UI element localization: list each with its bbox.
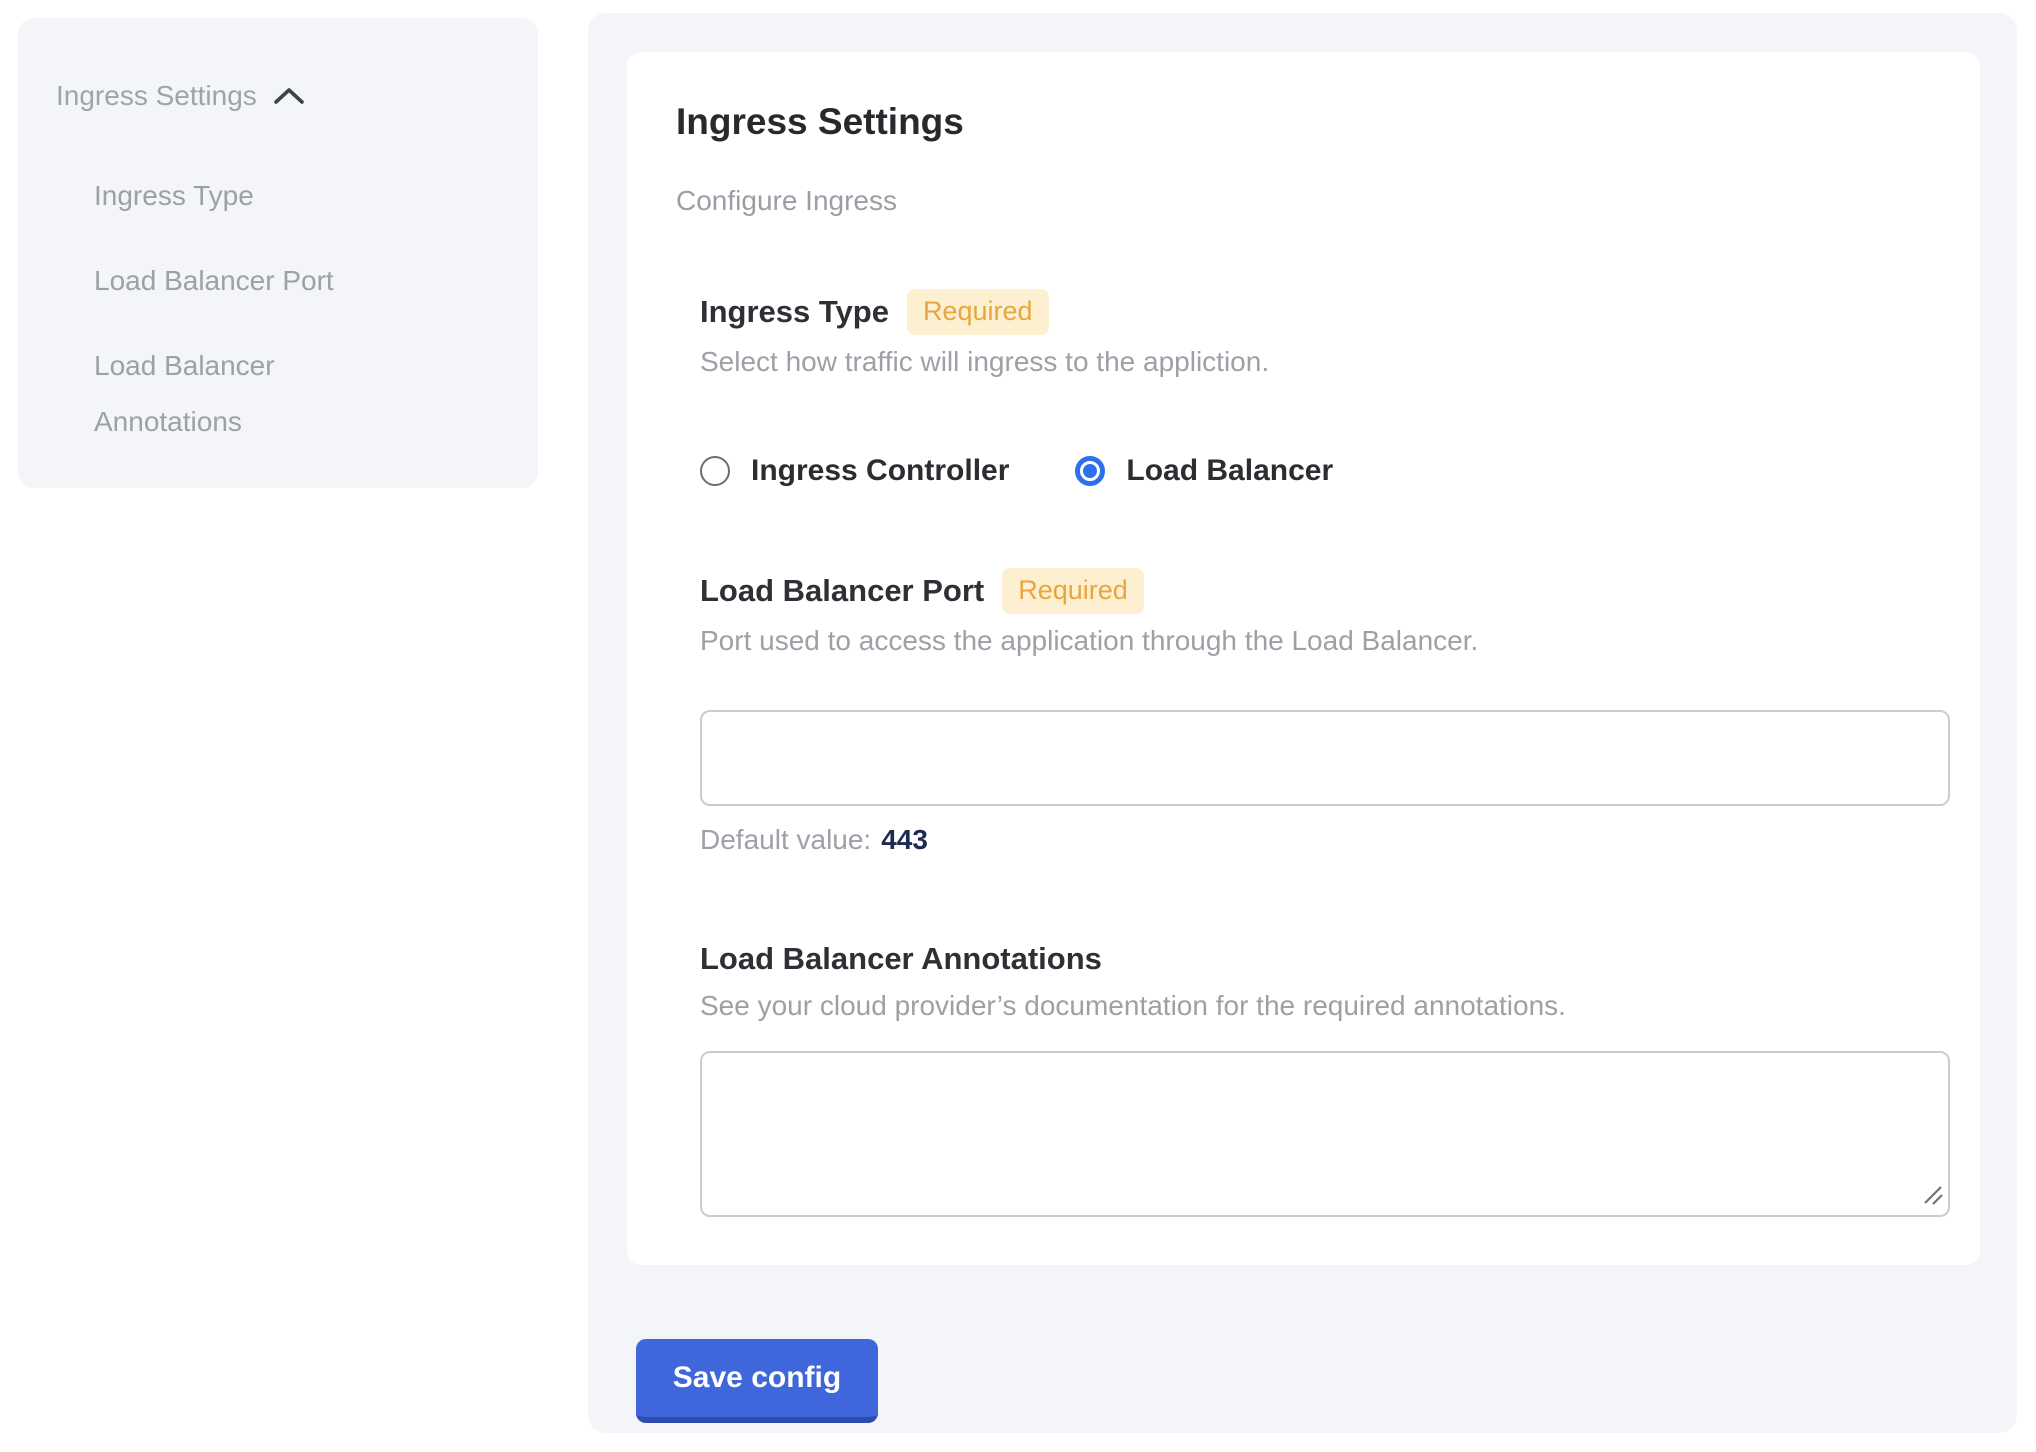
ingress-type-description: Select how traffic will ingress to the a… xyxy=(700,343,1950,381)
chevron-up-icon xyxy=(273,85,305,107)
field-load-balancer-port: Load Balancer Port Required Port used to… xyxy=(700,568,1950,859)
load-balancer-port-label: Load Balancer Port xyxy=(700,571,984,611)
field-load-balancer-annotations: Load Balancer Annotations See your cloud… xyxy=(700,939,1950,1217)
load-balancer-port-input[interactable] xyxy=(700,710,1950,806)
ingress-settings-panel: Ingress Settings Configure Ingress Ingre… xyxy=(588,13,2017,1433)
save-config-button-label: Save config xyxy=(673,1361,841,1395)
ingress-settings-card: Ingress Settings Configure Ingress Ingre… xyxy=(627,52,1980,1265)
save-config-button[interactable]: Save config xyxy=(636,1339,878,1423)
load-balancer-port-description: Port used to access the application thro… xyxy=(700,622,1950,660)
load-balancer-radio[interactable] xyxy=(1075,456,1105,486)
ingress-type-radio-group: Ingress Controller Load Balancer xyxy=(700,451,1950,491)
resize-handle-icon[interactable] xyxy=(1921,1183,1945,1212)
default-value: 443 xyxy=(881,824,928,855)
sidebar-item-ingress-type[interactable]: Ingress Type xyxy=(94,168,394,224)
ingress-controller-option[interactable]: Ingress Controller xyxy=(700,454,1009,488)
form-sections: Ingress Type Required Select how traffic… xyxy=(700,289,1950,1217)
load-balancer-annotations-label: Load Balancer Annotations xyxy=(700,939,1102,979)
ingress-type-label-row: Ingress Type Required xyxy=(700,289,1950,335)
sidebar-group-label: Ingress Settings xyxy=(56,78,257,114)
sidebar-item-load-balancer-port[interactable]: Load Balancer Port xyxy=(94,253,394,309)
field-ingress-type: Ingress Type Required Select how traffic… xyxy=(700,289,1950,491)
load-balancer-port-label-row: Load Balancer Port Required xyxy=(700,568,1950,614)
sidebar-group-ingress-settings[interactable]: Ingress Settings xyxy=(56,78,498,114)
default-value-label: Default value: xyxy=(700,824,871,855)
required-badge: Required xyxy=(1002,568,1144,614)
load-balancer-radio-label[interactable]: Load Balancer xyxy=(1126,454,1333,488)
load-balancer-annotations-label-row: Load Balancer Annotations xyxy=(700,939,1950,979)
load-balancer-option[interactable]: Load Balancer xyxy=(1075,454,1333,488)
load-balancer-annotations-description: See your cloud provider’s documentation … xyxy=(700,987,1950,1025)
load-balancer-annotations-textarea[interactable] xyxy=(700,1051,1950,1217)
load-balancer-annotations-textarea-wrap xyxy=(700,1051,1950,1217)
ingress-controller-radio-label[interactable]: Ingress Controller xyxy=(751,454,1009,488)
settings-sidebar: Ingress Settings Ingress Type Load Balan… xyxy=(18,18,538,488)
ingress-type-label: Ingress Type xyxy=(700,292,889,332)
sidebar-item-load-balancer-annotations[interactable]: Load Balancer Annotations xyxy=(94,338,394,450)
required-badge: Required xyxy=(907,289,1049,335)
page-title: Ingress Settings xyxy=(676,100,1950,144)
default-value-row: Default value: 443 xyxy=(700,821,1950,859)
page-subtitle: Configure Ingress xyxy=(676,183,1950,219)
sidebar-item-list: Ingress Type Load Balancer Port Load Bal… xyxy=(94,168,498,450)
ingress-controller-radio[interactable] xyxy=(700,456,730,486)
